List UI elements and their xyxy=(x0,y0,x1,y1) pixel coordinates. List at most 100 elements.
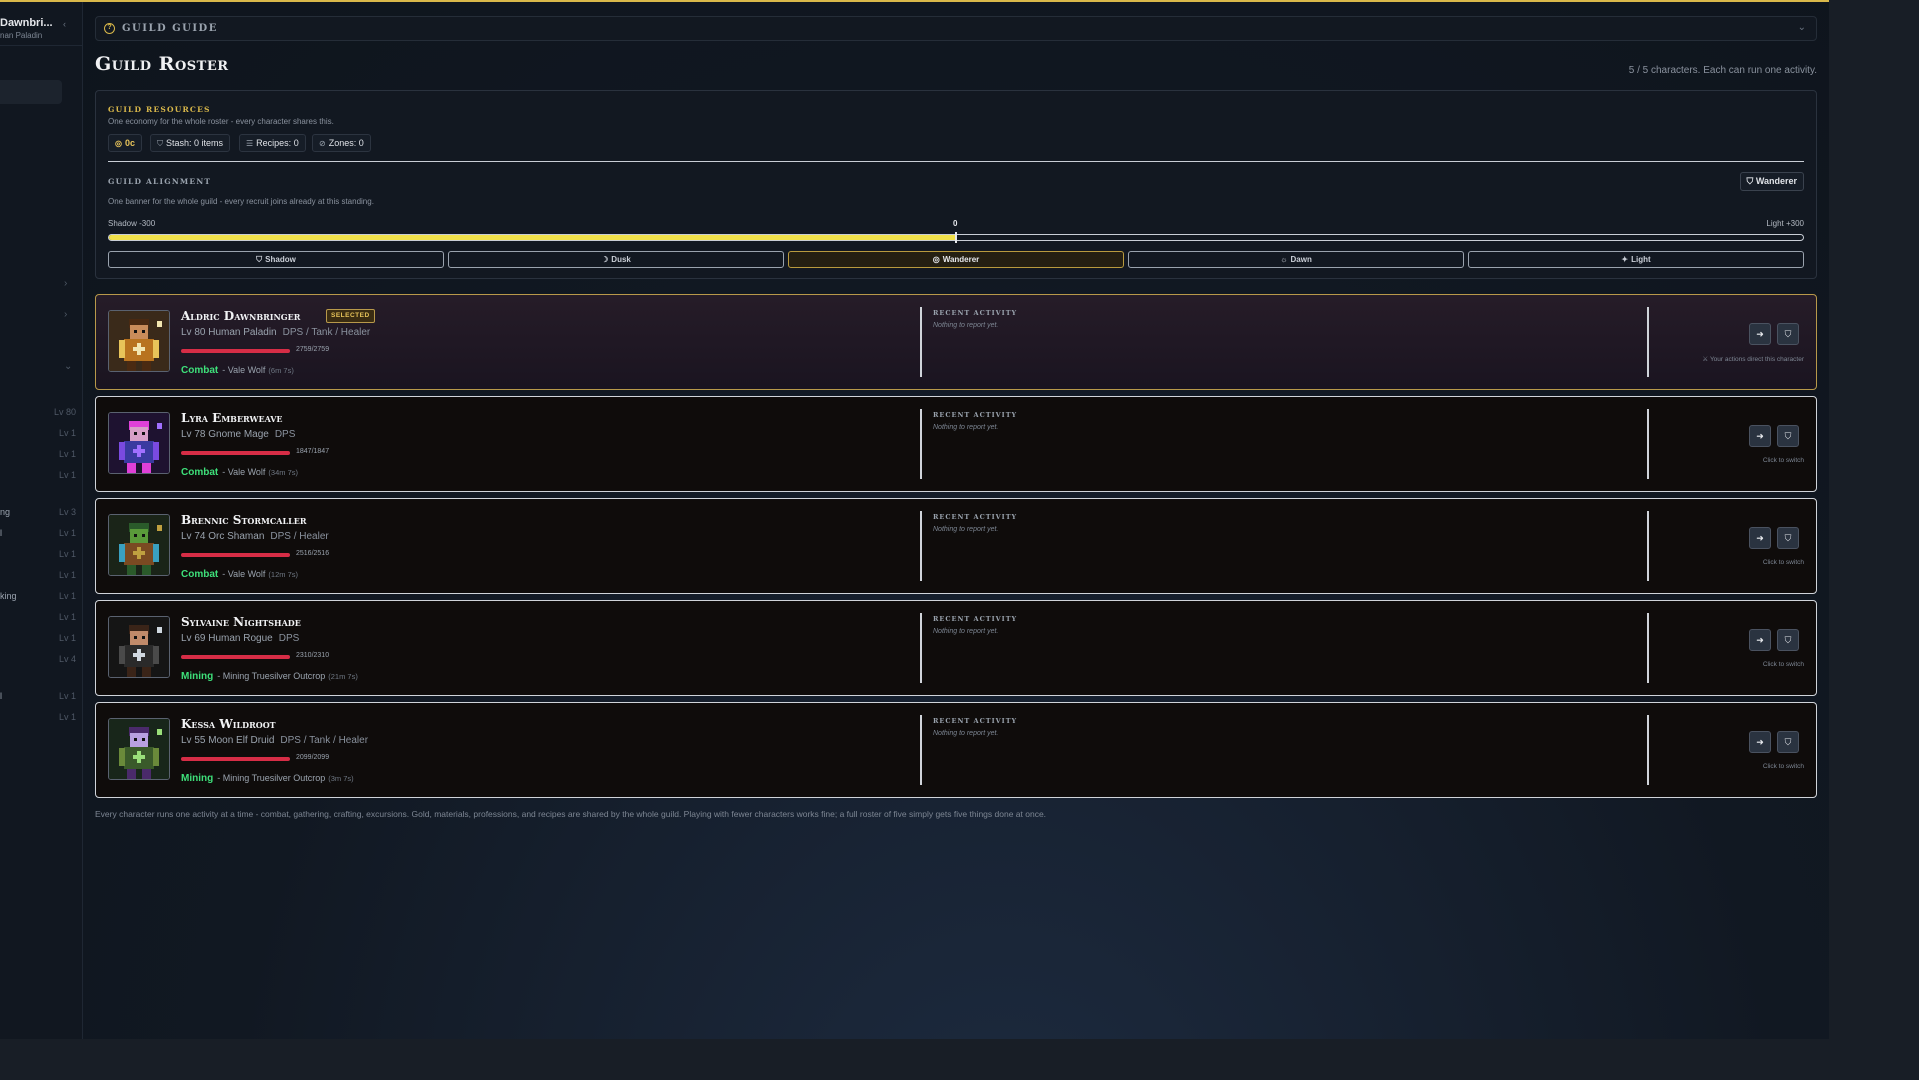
sidebar-item-level: Lv 1 xyxy=(58,549,76,559)
character-gear-button[interactable]: ⛉ xyxy=(1777,323,1799,345)
activity-type: Combat xyxy=(181,365,219,376)
chevron-left-icon[interactable]: ‹ xyxy=(63,19,66,29)
sidebar-item-level: Lv 1 xyxy=(58,570,76,580)
open-character-button[interactable]: ➜ xyxy=(1749,527,1771,549)
column-divider xyxy=(920,613,922,683)
character-gear-button[interactable]: ⛉ xyxy=(1777,731,1799,753)
sidebar-item-level: Lv 1 xyxy=(58,470,76,480)
open-character-button[interactable]: ➜ xyxy=(1749,425,1771,447)
sidebar-item[interactable]: Lv 1 xyxy=(0,570,78,586)
activity-location: - Vale Wolf xyxy=(222,467,266,477)
character-class-line: Lv 69 Human Rogue DPS xyxy=(181,633,299,644)
portrait-art xyxy=(109,515,169,575)
character-class-line: Lv 80 Human Paladin DPS / Tank / Healer xyxy=(181,327,370,338)
character-gear-button[interactable]: ⛉ xyxy=(1777,527,1799,549)
card-status-text: Click to switch xyxy=(1762,559,1804,566)
current-activity: Combat - Vale Wolf (12m 7s) xyxy=(181,569,298,580)
sidebar-item-label: ng xyxy=(0,507,11,517)
character-portrait xyxy=(108,616,170,678)
guild-guide-title: GUILD GUIDE xyxy=(122,23,218,34)
shield-icon: ⛉ xyxy=(1784,635,1792,645)
dawn-icon: ☼ xyxy=(1280,255,1288,264)
open-character-button[interactable]: ➜ xyxy=(1749,731,1771,753)
sidebar-item-level: Lv 1 xyxy=(58,691,76,701)
portrait-art xyxy=(109,413,169,473)
alignment-option-dawn[interactable]: ☼ Dawn xyxy=(1128,251,1464,268)
guild-guide-toggle[interactable]: ? GUILD GUIDE ⌄ xyxy=(95,16,1817,41)
open-character-button[interactable]: ➜ xyxy=(1749,323,1771,345)
alignment-zero-label: 0 xyxy=(953,219,958,228)
character-card[interactable]: Sylvaine Nightshade Lv 69 Human Rogue DPS 2… xyxy=(95,600,1817,696)
chevron-right-icon[interactable]: › xyxy=(64,278,67,289)
chevron-down-icon[interactable]: ⌄ xyxy=(1798,22,1806,33)
sidebar-item-level: Lv 1 xyxy=(58,428,76,438)
character-gear-button[interactable]: ⛉ xyxy=(1777,629,1799,651)
sidebar-item[interactable]: Lv 1 xyxy=(0,549,78,565)
resources-description: One economy for the whole roster - every… xyxy=(108,117,334,126)
alignment-option-shadow[interactable]: ⛉ Shadow xyxy=(108,251,444,268)
open-character-button[interactable]: ➜ xyxy=(1749,629,1771,651)
arrow-right-icon: ➜ xyxy=(1756,737,1764,747)
recent-activity-empty: Nothing to report yet. xyxy=(933,526,999,533)
sidebar-item[interactable]: Lv 4 xyxy=(0,654,78,670)
shield-icon: ⛉ xyxy=(1784,533,1792,543)
sidebar-item[interactable]: Lv 1 xyxy=(0,428,78,444)
wanderer-icon: ◎ xyxy=(932,255,940,264)
hp-fill xyxy=(181,349,290,353)
sidebar-item[interactable]: Lv 1 xyxy=(0,633,78,649)
character-card[interactable]: Brennic Stormcaller Lv 74 Orc Shaman DPS /… xyxy=(95,498,1817,594)
character-card[interactable]: Aldric Dawnbringer SELECTED Lv 80 Human Pa… xyxy=(95,294,1817,390)
sidebar-item[interactable]: Lv 80 xyxy=(0,407,78,423)
sidebar-item-level: Lv 1 xyxy=(58,612,76,622)
column-divider xyxy=(1647,307,1649,377)
character-card[interactable]: Kessa Wildroot Lv 55 Moon Elf Druid DPS / … xyxy=(95,702,1817,798)
portrait-art xyxy=(109,617,169,677)
window-edge xyxy=(0,1039,1919,1080)
card-status-note: Click to switch xyxy=(1763,763,1804,770)
sidebar-item[interactable]: Lv 1 xyxy=(0,612,78,628)
chevron-down-icon[interactable]: ⌄ xyxy=(64,361,72,372)
sidebar-item[interactable]: l Lv 1 xyxy=(0,691,78,707)
sidebar-item[interactable]: Lv 1 xyxy=(0,470,78,486)
character-roles: DPS / Tank / Healer xyxy=(282,327,371,338)
sidebar-item[interactable]: Lv 1 xyxy=(0,449,78,465)
alignment-option-wanderer[interactable]: ◎ Wanderer xyxy=(788,251,1124,268)
alignment-option-dusk[interactable]: ☽ Dusk xyxy=(448,251,784,268)
column-divider xyxy=(920,409,922,479)
character-card[interactable]: Lyra Emberweave Lv 78 Gnome Mage DPS 1847/1… xyxy=(95,396,1817,492)
character-portrait xyxy=(108,718,170,780)
sidebar-item[interactable]: Lv 1 xyxy=(0,712,78,728)
info-icon: ? xyxy=(104,23,115,34)
resources-title: GUILD RESOURCES xyxy=(108,105,211,114)
sidebar-item-level: Lv 80 xyxy=(53,407,76,417)
sidebar-item[interactable]: l Lv 1 xyxy=(0,528,78,544)
recent-activity-empty: Nothing to report yet. xyxy=(933,424,999,431)
shield-icon: ⛉ xyxy=(1784,737,1792,747)
sidebar-item[interactable]: king Lv 1 xyxy=(0,591,78,607)
alignment-option-label: Light xyxy=(1631,255,1651,264)
guild-resources-panel: GUILD RESOURCES One economy for the whol… xyxy=(95,90,1817,279)
sidebar-item-active[interactable] xyxy=(0,80,62,104)
alignment-option-light[interactable]: ✦ Light xyxy=(1468,251,1804,268)
character-roles: DPS / Healer xyxy=(270,531,329,542)
stash-chip: ⛉ Stash: 0 items xyxy=(150,134,231,152)
sidebar-character-class: nan Paladin xyxy=(0,31,43,40)
sidebar-character-switcher[interactable]: Dawnbri... nan Paladin ‹ xyxy=(0,14,82,46)
card-status-text: Your actions direct this character xyxy=(1709,356,1804,363)
activity-location: - Mining Truesilver Outcrop xyxy=(217,671,326,681)
recent-activity-empty: Nothing to report yet. xyxy=(933,322,999,329)
character-name: Brennic Stormcaller xyxy=(181,513,307,527)
hp-fill xyxy=(181,757,290,761)
character-level-class: Lv 74 Orc Shaman xyxy=(181,531,265,542)
sidebar: Dawnbri... nan Paladin ‹ › › ⌄ Lv 80 Lv 1… xyxy=(0,2,83,1039)
chevron-right-icon[interactable]: › xyxy=(64,309,67,320)
column-divider xyxy=(1647,613,1649,683)
alignment-fill xyxy=(109,235,956,240)
sidebar-item-level: Lv 1 xyxy=(58,528,76,538)
hp-fill xyxy=(181,451,290,455)
sidebar-item[interactable]: ng Lv 3 xyxy=(0,507,78,523)
stash-value: Stash: 0 items xyxy=(166,138,224,148)
character-gear-button[interactable]: ⛉ xyxy=(1777,425,1799,447)
recent-activity-empty: Nothing to report yet. xyxy=(933,730,999,737)
recent-activity-title: RECENT ACTIVITY xyxy=(933,513,1018,521)
